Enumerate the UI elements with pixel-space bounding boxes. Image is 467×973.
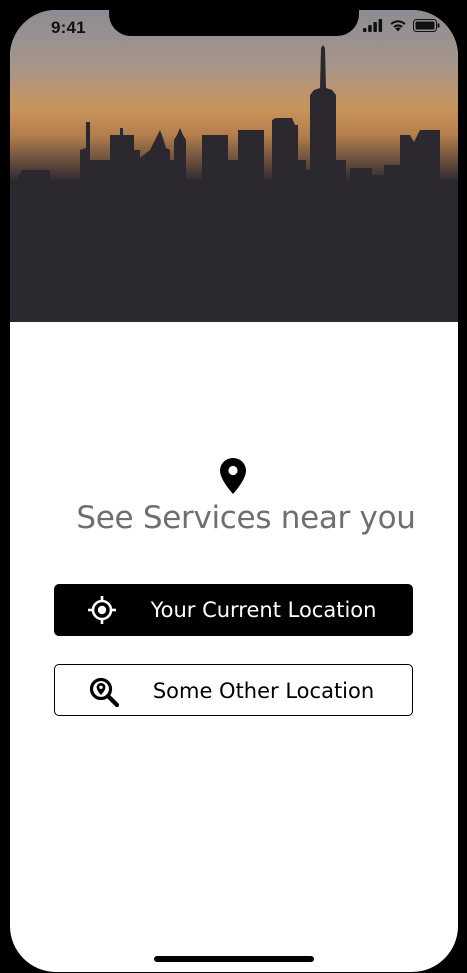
crosshair-target-icon	[88, 596, 116, 624]
skyline-silhouette	[10, 45, 458, 322]
page-headline: See Services near you	[76, 500, 416, 536]
battery-icon	[413, 19, 440, 37]
other-location-button[interactable]: Some Other Location	[54, 664, 413, 716]
status-bar-icons	[363, 19, 440, 37]
current-location-button[interactable]: Your Current Location	[54, 584, 413, 636]
other-location-label: Some Other Location	[152, 679, 375, 703]
city-skyline-hero-image	[10, 10, 458, 322]
home-indicator[interactable]	[154, 956, 314, 962]
location-search-icon	[89, 677, 120, 708]
phone-screen: 9:41 See Services near you Your Current …	[10, 10, 458, 972]
device-notch	[109, 10, 359, 36]
cellular-signal-icon	[363, 19, 383, 37]
status-bar-time: 9:41	[51, 18, 86, 37]
current-location-label: Your Current Location	[150, 598, 377, 622]
map-pin-icon	[220, 458, 246, 499]
wifi-icon	[389, 19, 407, 37]
